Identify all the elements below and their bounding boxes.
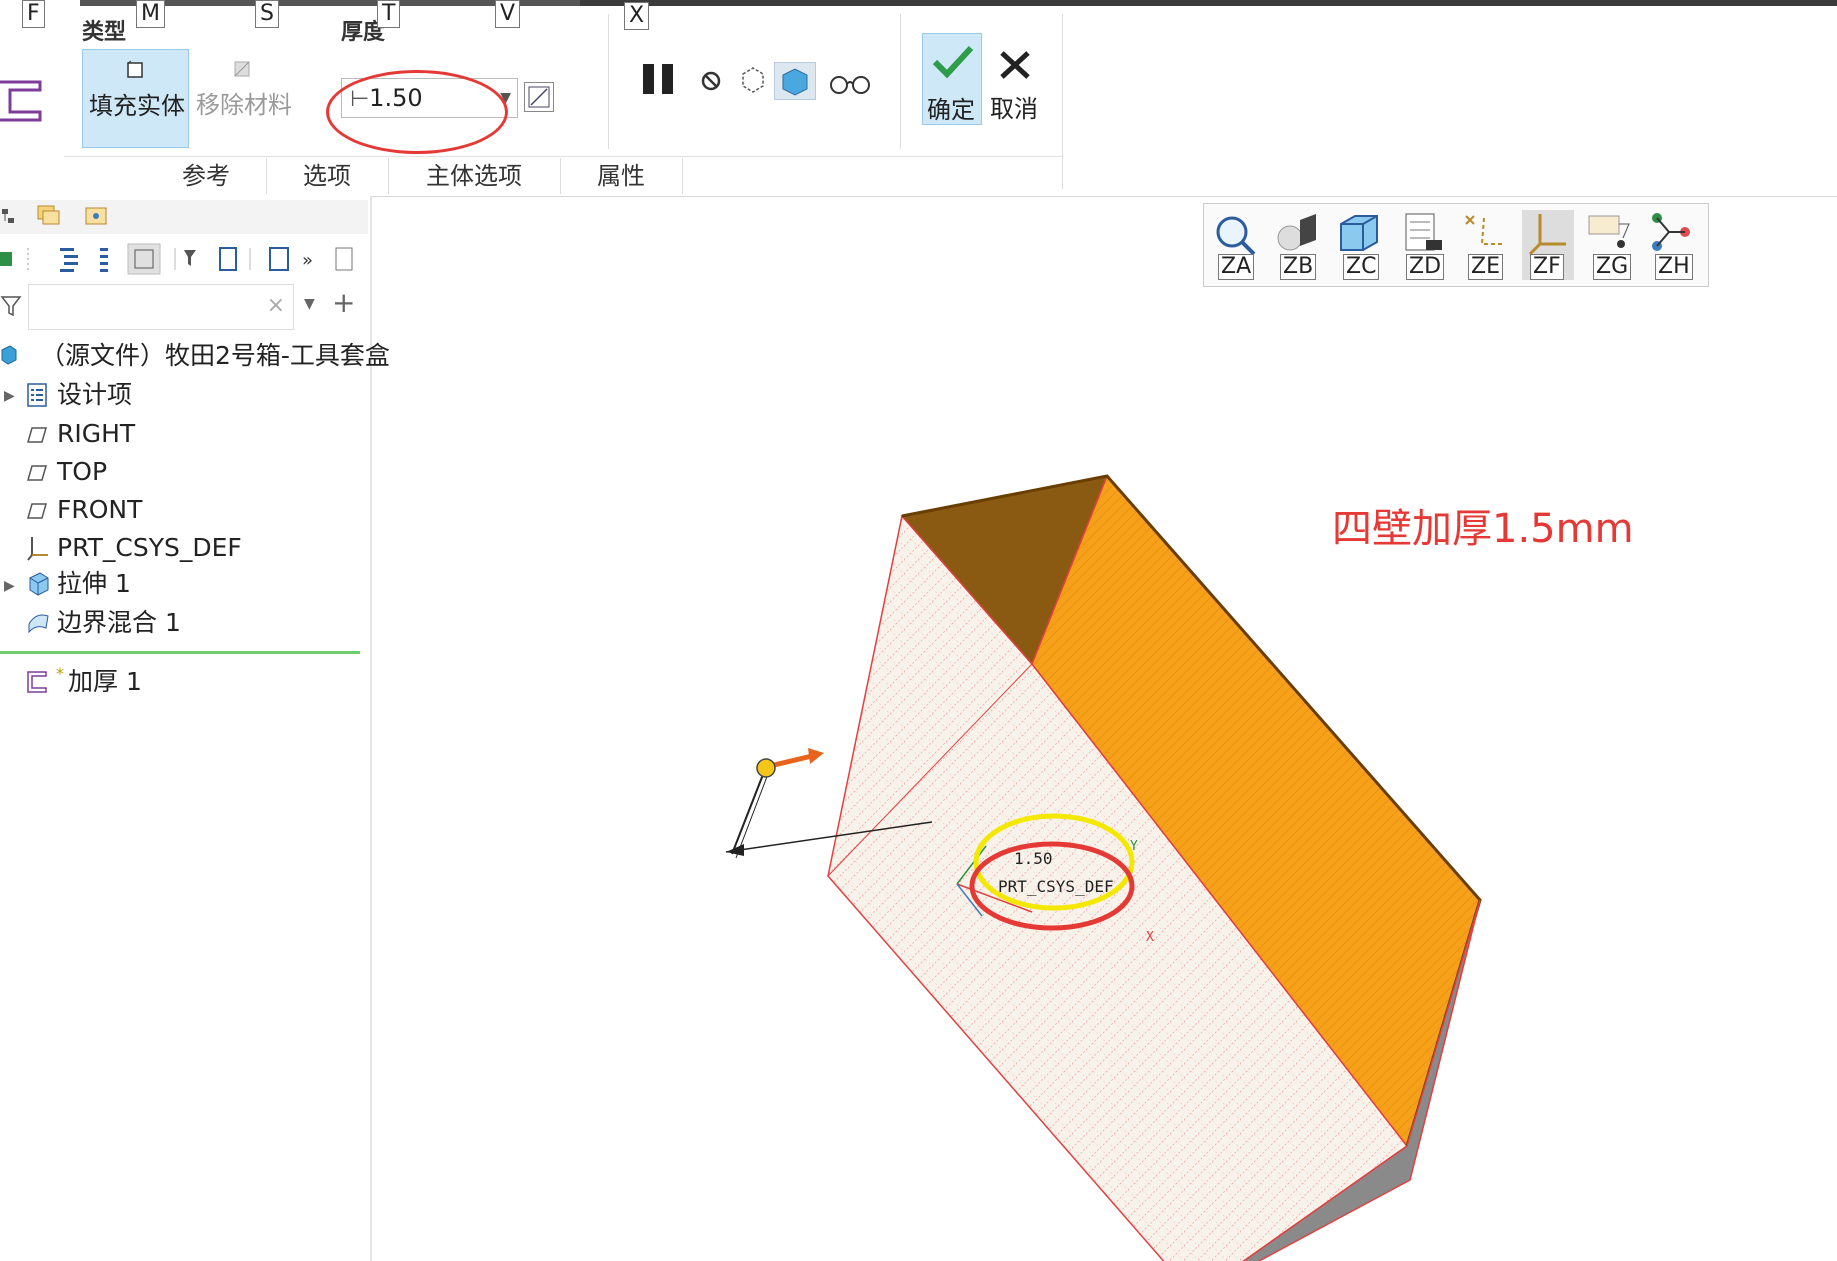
insert-here-divider: [0, 651, 360, 654]
cancel-label: 取消: [990, 95, 1038, 123]
type-group-label: 类型: [82, 20, 127, 45]
ok-button[interactable]: 确定: [922, 33, 982, 125]
verify-mode-button[interactable]: [828, 70, 872, 96]
separate-preview-button[interactable]: [737, 64, 769, 96]
pause-button[interactable]: [641, 62, 677, 96]
remove-material-label: 移除材料: [196, 91, 292, 119]
thickness-annotation: 四壁加厚1.5mm: [1332, 506, 1634, 552]
tree-search-input[interactable]: ×: [28, 284, 294, 330]
flip-direction-icon: [528, 86, 550, 108]
svg-text:»: »: [302, 250, 313, 271]
thicken-icon: [26, 670, 50, 694]
tab-body-options[interactable]: 主体选项: [388, 158, 561, 194]
divider: [900, 14, 901, 149]
favorites-tab-icon[interactable]: [84, 204, 110, 228]
flip-direction-button[interactable]: [524, 82, 554, 112]
direction-arrow: [769, 753, 813, 769]
verify-preview-icon: [782, 68, 808, 96]
highlight-ellipse: [326, 70, 508, 154]
model-tree-toolbar: »: [0, 240, 368, 276]
keytip-s: S: [255, 0, 279, 28]
dimension-label[interactable]: 1.50: [1014, 849, 1053, 868]
extrude-icon: [26, 570, 50, 596]
direction-arrow-head: [808, 748, 824, 764]
tree-root[interactable]: （源文件）牧田2号箱-工具套盒: [40, 338, 390, 374]
fill-solid-icon: [125, 60, 145, 84]
part-icon: [0, 344, 18, 366]
drag-handle-stem: [731, 771, 765, 855]
insert-mark: *: [56, 664, 64, 683]
no-preview-button[interactable]: [700, 70, 724, 94]
glasses-icon: [830, 76, 870, 94]
ok-label: 确定: [927, 96, 975, 124]
boundary-blend-icon: [26, 610, 50, 634]
csys-axis-x: X: [1146, 930, 1154, 945]
tree-item-top[interactable]: TOP: [57, 454, 107, 490]
remove-material-icon: [232, 59, 252, 83]
chevron-right-icon[interactable]: ▶: [4, 578, 15, 594]
keytip-t: T: [377, 0, 401, 28]
model-tree-tab-icon[interactable]: [0, 204, 18, 230]
tree-item-extrude[interactable]: 拉伸 1: [57, 566, 131, 602]
separate-preview-icon: [742, 67, 764, 93]
datum-plane-icon: [26, 502, 48, 520]
filter-icon[interactable]: [0, 294, 22, 318]
chevron-right-icon[interactable]: ▶: [4, 388, 15, 404]
tree-item-csys[interactable]: PRT_CSYS_DEF: [57, 530, 242, 566]
cancel-button[interactable]: 取消: [986, 33, 1046, 125]
tree-item-right[interactable]: RIGHT: [57, 416, 135, 452]
fill-solid-label: 填充实体: [89, 92, 185, 120]
pause-icon: [643, 64, 673, 94]
close-icon: [1000, 51, 1030, 79]
tree-item-thicken[interactable]: 加厚 1: [68, 664, 142, 700]
keytip-v: V: [495, 0, 521, 28]
keytip-x: X: [624, 2, 650, 30]
datum-plane-icon: [26, 464, 48, 482]
design-items-icon: [26, 382, 48, 408]
tree-item-front[interactable]: FRONT: [57, 492, 142, 528]
drag-handle[interactable]: [756, 758, 776, 778]
keytip-m: M: [136, 0, 165, 28]
fill-solid-button[interactable]: 填充实体: [82, 49, 189, 148]
csys-label: PRT_CSYS_DEF: [998, 877, 1114, 896]
thicken-feature-icon: [0, 78, 44, 124]
tab-references[interactable]: 参考: [146, 158, 267, 194]
tree-item-boundary-blend[interactable]: 边界混合 1: [57, 605, 181, 641]
drag-handle-stem: [735, 773, 769, 859]
ribbon-top-strip: [580, 0, 1837, 6]
graphics-window[interactable]: Y X 1.50 PRT_CSYS_DEF: [372, 196, 1837, 1261]
tree-item-design-items[interactable]: 设计项: [57, 377, 132, 413]
remove-material-button[interactable]: 移除材料: [190, 49, 297, 148]
add-icon[interactable]: +: [332, 286, 355, 319]
tab-properties[interactable]: 属性: [560, 158, 683, 194]
keytip-f: F: [22, 0, 45, 28]
datum-plane-icon: [26, 426, 48, 444]
divider: [1062, 14, 1063, 189]
clear-icon[interactable]: ×: [267, 293, 285, 318]
checkmark-icon: [932, 45, 974, 79]
no-preview-icon: [701, 71, 721, 91]
csys-icon: [26, 535, 50, 561]
tab-options[interactable]: 选项: [266, 158, 389, 194]
verify-preview-button[interactable]: [774, 62, 816, 100]
chevron-down-icon[interactable]: ▼: [304, 296, 315, 312]
divider: [608, 14, 609, 149]
folder-browser-tab-icon[interactable]: [36, 202, 62, 228]
